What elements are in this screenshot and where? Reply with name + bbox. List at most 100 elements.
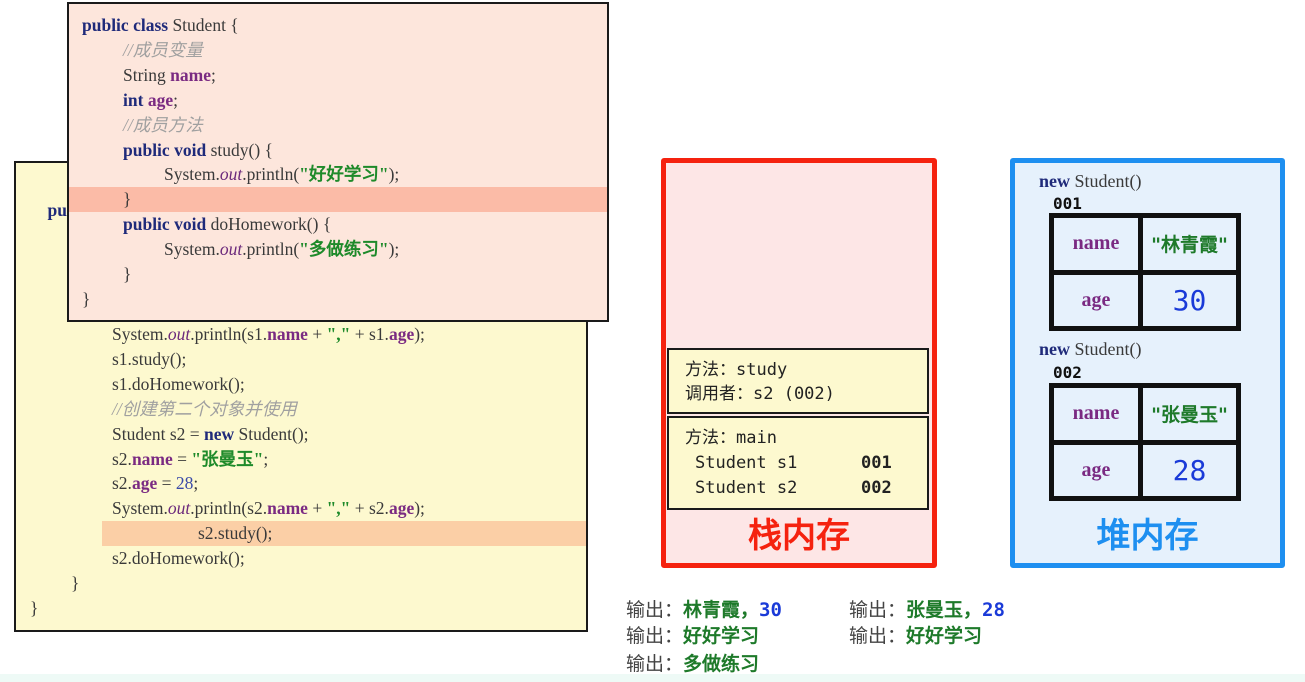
code-token: study() {: [206, 139, 273, 160]
code-token: + s2.: [350, 498, 389, 519]
code-token: }: [82, 288, 91, 309]
code-token: );: [388, 164, 400, 185]
code-token: }: [123, 264, 132, 284]
code-token: + s1.: [350, 324, 389, 344]
code-token: name: [267, 498, 308, 519]
code-token: System.: [112, 324, 168, 344]
code-token: ;: [211, 64, 216, 85]
study-method-name: study: [736, 360, 788, 380]
code-token: name: [267, 324, 308, 344]
field-key-age: age: [1054, 274, 1138, 326]
code-token: System.: [164, 239, 220, 260]
code-token: public: [82, 15, 129, 35]
code-token: ;: [193, 473, 199, 494]
field-key-name: name: [1054, 388, 1138, 440]
field-value-age: 28: [1143, 444, 1236, 496]
code-line: }: [16, 596, 586, 621]
study-caller-row: 调用者：s2 (002): [685, 384, 835, 404]
output-line: 输出：好好学习: [849, 625, 983, 647]
bottom-strip: [0, 674, 1305, 682]
code-token: }: [71, 573, 80, 593]
code-line: public void study() {: [69, 138, 607, 163]
stack-frame-study: 方法：study 调用者：s2 (002): [667, 348, 929, 414]
code-token: void: [174, 214, 207, 235]
field-value-name: "张曼玉": [1143, 388, 1236, 440]
code-token: System.: [164, 164, 220, 185]
code-token: String: [123, 64, 171, 85]
code-token: =: [157, 473, 176, 494]
code-token: out: [219, 239, 243, 260]
code-line: s1.doHomework();: [16, 372, 586, 397]
code-token: s2.doHomework();: [112, 548, 245, 569]
code-token: +: [307, 498, 327, 519]
heap-memory-title: 堆内存: [1096, 516, 1199, 556]
code-line: System.out.println("好好学习");: [69, 162, 607, 187]
code-line: String name;: [69, 63, 607, 88]
code-line: //成员方法: [69, 113, 607, 138]
code-token: "多做练习": [299, 239, 389, 260]
heap-object-1-table: name "林青霞" age 30: [1049, 213, 1241, 331]
code-token: int: [123, 89, 144, 110]
main-method-name: main: [736, 428, 777, 448]
code-token: //创建第二个对象并使用: [112, 398, 297, 419]
stack-var-s2: Student s2 002: [695, 478, 892, 498]
code-token: age: [388, 498, 415, 519]
code-token: name: [170, 64, 211, 85]
code-line: Student s2 = new Student();: [16, 422, 586, 447]
code-token: Student();: [234, 423, 309, 444]
code-line: public void doHomework() {: [69, 212, 607, 237]
code-line: System.out.println("多做练习");: [69, 237, 607, 262]
code-token: s2.: [112, 473, 132, 494]
code-token: s2.study();: [198, 523, 273, 544]
heap-object-2-address: 002: [1053, 363, 1082, 382]
code-token: .println(: [242, 164, 300, 185]
code-token: class: [133, 15, 169, 35]
field-key-name: name: [1054, 218, 1138, 270]
code-token: s2.: [112, 448, 132, 469]
study-caller: s2 (002): [753, 384, 835, 404]
code-token: s1.study();: [112, 348, 187, 369]
code-token: out: [167, 324, 191, 344]
code-token: .println(: [242, 239, 300, 260]
code-token: }: [30, 597, 39, 618]
code-token: void: [174, 139, 207, 160]
code-token: ;: [173, 89, 178, 110]
code-token: age: [147, 89, 174, 110]
code-token: age: [388, 324, 415, 344]
stack-frame-main: 方法：main Student s1 001 Student s2 002: [667, 416, 929, 510]
stack-var-s2-ref: 002: [861, 478, 892, 498]
code-token: =: [172, 448, 192, 469]
code-token: ",": [326, 324, 351, 344]
code-line: s1.study();: [16, 347, 586, 372]
stack-var-s1: Student s1 001: [695, 453, 892, 473]
field-key-age: age: [1054, 444, 1138, 496]
heap-object-1-header: new Student(): [1039, 171, 1142, 191]
code-line: public class Student {: [69, 13, 607, 38]
code-token: ;: [263, 448, 269, 469]
stack-memory-title: 栈内存: [748, 516, 850, 556]
field-value-age: 30: [1143, 274, 1236, 326]
heap-object-2-header: new Student(): [1039, 339, 1142, 359]
student-class-code-panel: public class Student {//成员变量 String name;…: [67, 2, 609, 322]
code-token: System.: [112, 498, 168, 519]
code-token: s1.doHomework();: [112, 373, 245, 394]
output-line: 输出：好好学习: [626, 625, 760, 647]
code-line: System.out.println(s1.name + "," + s1.ag…: [16, 322, 586, 347]
code-token: out: [219, 164, 243, 185]
code-token: );: [414, 324, 425, 344]
code-token: public: [123, 214, 170, 235]
code-token: new: [204, 423, 235, 444]
code-token: Student s2 =: [112, 423, 205, 444]
code-token: }: [123, 189, 132, 210]
code-token: );: [388, 239, 400, 260]
code-token: doHomework() {: [206, 214, 332, 235]
study-method-row: 方法：study: [685, 360, 788, 380]
code-line: s2.name = "张曼玉";: [16, 447, 586, 472]
code-token: ",": [326, 498, 351, 519]
code-token: "张曼玉": [191, 448, 264, 469]
code-token: .println(s2.: [190, 498, 268, 519]
output-line: 输出：林青霞，30: [626, 599, 782, 621]
heap-object-2-table: name "张曼玉" age 28: [1049, 383, 1241, 501]
code-token: Student {: [168, 15, 239, 35]
code-token: public: [123, 139, 170, 160]
